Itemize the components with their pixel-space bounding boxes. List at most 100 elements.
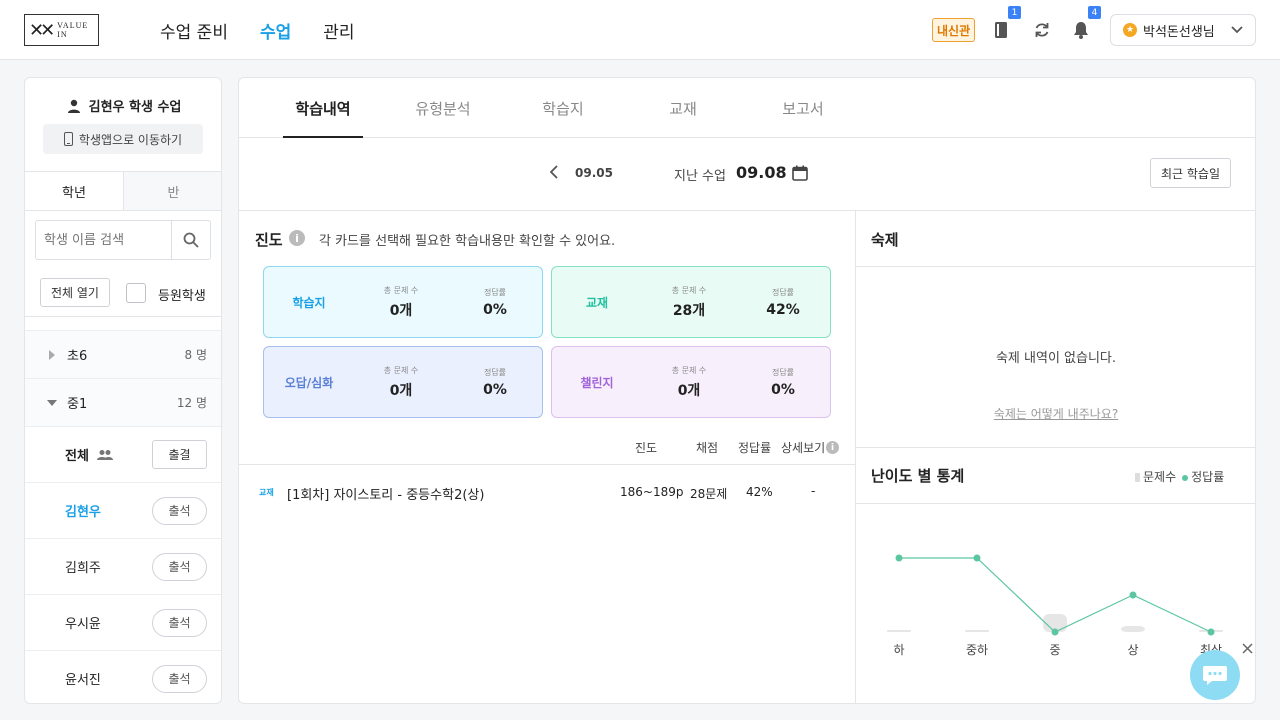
homework-title: 숙제	[871, 231, 899, 249]
chevron-left-icon	[549, 165, 558, 179]
card-count-label: 총 문제 수	[383, 365, 419, 375]
chat-icon	[1203, 666, 1227, 685]
student-search-input[interactable]	[36, 221, 171, 259]
recent-study-button[interactable]: 최근 학습일	[1150, 158, 1231, 188]
tab-class[interactable]: 반	[124, 172, 221, 210]
legend-count: 문제수	[1135, 468, 1176, 485]
card-count-value: 0개	[389, 302, 413, 319]
rate-point-1	[973, 554, 981, 562]
enrolled-checkbox[interactable]	[126, 283, 146, 303]
student-row[interactable]: 김현우 출석	[25, 482, 221, 538]
refresh-icon[interactable]	[1030, 18, 1054, 42]
tab-textbook[interactable]: 교재	[643, 98, 723, 119]
student-row[interactable]: 윤서진 출석	[25, 650, 221, 703]
count-bar-3	[1121, 626, 1145, 632]
card-title: 오답/심화	[284, 375, 334, 390]
tab-report[interactable]: 보고서	[763, 98, 843, 119]
card-wrong-advanced[interactable]: 오답/심화 총 문제 수 0개 정답률 0%	[263, 346, 543, 418]
enrolled-label: 등원학생	[158, 289, 206, 304]
divider	[25, 316, 221, 317]
col-progress: 진도	[635, 441, 658, 455]
book-icon[interactable]: 1	[989, 6, 1021, 42]
nav-class-prep[interactable]: 수업 준비	[160, 18, 228, 43]
user-menu[interactable]: ★ 박석돈선생님	[1110, 14, 1256, 46]
prev-date-button[interactable]	[549, 165, 558, 183]
all-students-row: 전체 출결	[25, 426, 221, 482]
logo[interactable]: ✕✕ VALUE IN	[24, 14, 99, 46]
group-row[interactable]: 초6 8 명	[25, 330, 221, 378]
progress-title: 진도	[255, 231, 283, 249]
search-box	[35, 220, 211, 260]
col-rate: 정답률	[738, 441, 772, 455]
status-button[interactable]: 출석	[152, 496, 207, 525]
student-row[interactable]: 김희주 출석	[25, 538, 221, 594]
search-button[interactable]	[171, 221, 210, 259]
student-row[interactable]: 우시윤 출석	[25, 594, 221, 650]
card-challenge[interactable]: 챌린지 총 문제 수 0개 정답률 0%	[551, 346, 831, 418]
tab-grade[interactable]: 학년	[25, 172, 124, 210]
chevron-down-icon	[1231, 23, 1243, 38]
col-score: 채점	[696, 441, 719, 455]
card-rate-value: 0%	[771, 381, 795, 398]
status-button[interactable]: 출석	[152, 664, 207, 693]
student-name: 윤서진	[65, 673, 101, 688]
count-bar-0	[887, 630, 911, 632]
category-label-3: 상	[1127, 643, 1138, 657]
prev-date[interactable]: 09.05	[575, 166, 613, 180]
student-name: 우시윤	[65, 617, 101, 632]
tab-worksheet[interactable]: 학습지	[523, 98, 603, 119]
progress-hint: 각 카드를 선택해 필요한 학습내용만 확인할 수 있어요.	[319, 234, 616, 249]
chat-button[interactable]	[1190, 650, 1240, 700]
card-count: 총 문제 수 0개	[354, 285, 448, 320]
last-class-date: 09.08	[736, 163, 787, 182]
all-label: 전체	[65, 449, 89, 464]
nav-class[interactable]: 수업	[260, 18, 291, 43]
expand-all-button[interactable]: 전체 열기	[40, 278, 110, 307]
row-detail[interactable]: -	[811, 484, 815, 498]
row-title: [1회차] 자이스토리 - 중등수학2(상)	[287, 488, 485, 503]
caret-down-icon	[47, 399, 57, 406]
status-button[interactable]: 출석	[152, 552, 207, 581]
calendar-icon[interactable]	[792, 165, 808, 185]
count-bar-1	[965, 630, 989, 632]
divider	[239, 210, 1255, 211]
card-rate-label: 정답률	[771, 367, 795, 377]
last-class-label: 지난 수업	[674, 169, 726, 184]
status-button[interactable]: 출석	[152, 608, 207, 637]
main-tabs	[239, 78, 1255, 138]
rate-point-3	[1129, 591, 1137, 599]
category-label-0: 하	[893, 643, 904, 657]
attendance-button[interactable]: 출결	[152, 440, 207, 469]
student-name: 김현우	[65, 505, 101, 520]
card-worksheet[interactable]: 학습지 총 문제 수 0개 정답률 0%	[263, 266, 543, 338]
group-icon	[96, 449, 113, 460]
tab-type-analysis[interactable]: 유형분석	[403, 98, 483, 119]
rate-point-2	[1051, 628, 1059, 636]
legend-count-label: 문제수	[1143, 470, 1177, 484]
tab-history[interactable]: 학습내역	[283, 98, 363, 138]
student-app-button[interactable]: 학생앱으로 이동하기	[43, 124, 203, 154]
person-icon	[67, 99, 80, 113]
stats-title: 난이도 별 통계	[871, 467, 965, 485]
col-detail: 상세보기	[781, 441, 826, 455]
row-tag: 교재	[259, 488, 274, 497]
card-textbook[interactable]: 교재 총 문제 수 28개 정답률 42%	[551, 266, 831, 338]
table-row[interactable]: 교재 [1회차] 자이스토리 - 중등수학2(상) 186~189p 28문제 …	[239, 474, 855, 510]
main-panel: 학습내역 유형분석 학습지 교재 보고서 09.05 지난 수업 09.08 최…	[238, 77, 1256, 704]
info-icon[interactable]: i	[289, 230, 305, 246]
divider	[239, 464, 855, 465]
card-count-label: 총 문제 수	[383, 285, 419, 295]
rate-point-4	[1207, 628, 1215, 636]
row-score: 28문제	[690, 487, 728, 501]
nav-manage[interactable]: 관리	[323, 18, 354, 43]
homework-help-link[interactable]: 숙제는 어떻게 내주나요?	[855, 405, 1255, 422]
school-exam-tag[interactable]: 내신관	[932, 18, 976, 42]
card-rate-label: 정답률	[483, 367, 507, 377]
close-icon[interactable]	[1242, 643, 1253, 658]
bell-icon[interactable]: 4	[1069, 6, 1101, 42]
group-name: 초6	[67, 349, 88, 364]
group-row[interactable]: 중1 12 명	[25, 378, 221, 426]
student-title: 김현우 학생 수업	[88, 100, 182, 115]
phone-icon	[63, 132, 73, 146]
info-icon[interactable]: i	[826, 441, 839, 454]
